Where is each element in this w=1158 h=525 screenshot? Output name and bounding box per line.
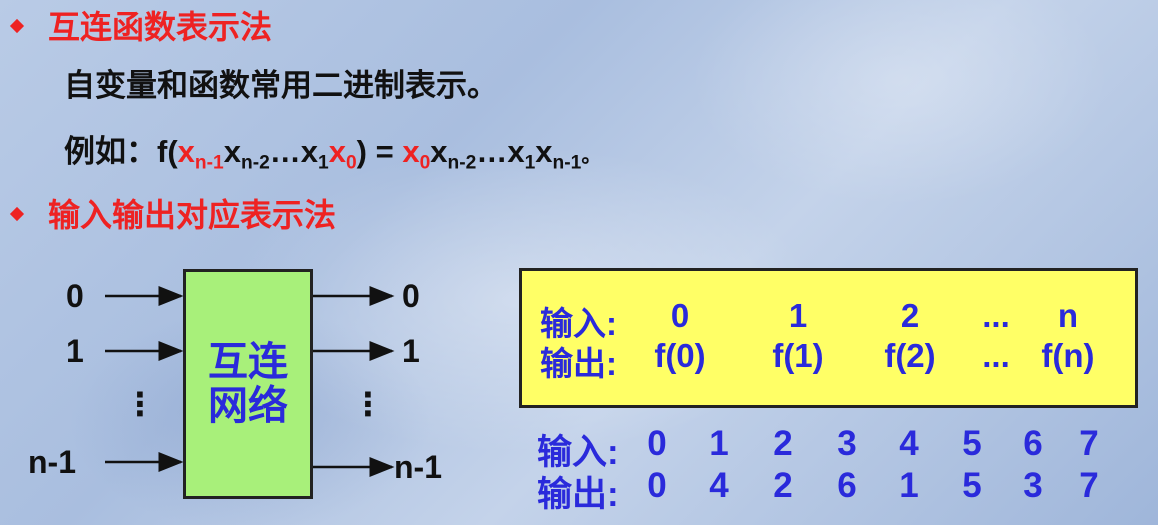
example-output-cell: 7 bbox=[1079, 466, 1099, 505]
example-input-cell: 0 bbox=[647, 424, 667, 463]
general-mapping-box: 输入: 0 1 2 ... n 输出: f(0) f(1) f(2) ... f… bbox=[519, 268, 1138, 408]
general-output-cell: f(0) bbox=[654, 337, 706, 374]
example-output-label: 输出: bbox=[537, 475, 619, 514]
general-output-cell: f(n) bbox=[1041, 337, 1095, 374]
example-input-cell: 2 bbox=[773, 424, 793, 463]
output-label-dots: ⋮ bbox=[352, 386, 384, 422]
example-output-cell: 6 bbox=[837, 466, 857, 505]
example-output-cell: 3 bbox=[1023, 466, 1043, 505]
example-input-cell: 4 bbox=[899, 424, 919, 463]
interconnect-network-box: 互连 网络 bbox=[183, 269, 313, 499]
general-output-label: 输出: bbox=[540, 345, 617, 382]
example-output-row: 输出: 0 4 2 6 1 5 3 7 bbox=[537, 466, 1137, 517]
output-label-0: 0 bbox=[402, 278, 420, 314]
general-input-cell: 0 bbox=[670, 297, 690, 334]
general-output-row: 输出: f(0) f(1) f(2) ... f(n) bbox=[540, 337, 1120, 385]
example-input-cell: 3 bbox=[837, 424, 857, 463]
general-output-cell: f(1) bbox=[772, 337, 824, 374]
input-label-1: 1 bbox=[66, 333, 84, 369]
output-label-n1: n-1 bbox=[394, 449, 442, 485]
input-label-n1: n-1 bbox=[28, 444, 76, 480]
example-output-cell: 1 bbox=[899, 466, 919, 505]
general-input-cell: n bbox=[1057, 297, 1079, 334]
output-label-1: 1 bbox=[402, 333, 420, 369]
input-label-0: 0 bbox=[66, 278, 84, 314]
example-input-cell: 6 bbox=[1023, 424, 1043, 463]
general-input-cell: 1 bbox=[788, 297, 808, 334]
input-label-dots: ⋮ bbox=[124, 386, 156, 422]
network-box-label: 互连 网络 bbox=[208, 340, 288, 428]
example-output-cell: 0 bbox=[647, 466, 667, 505]
example-output-cell: 4 bbox=[709, 466, 729, 505]
example-input-cell: 1 bbox=[709, 424, 729, 463]
example-output-cell: 2 bbox=[773, 466, 793, 505]
example-output-cell: 5 bbox=[962, 466, 982, 505]
example-input-cell: 5 bbox=[962, 424, 982, 463]
example-input-cell: 7 bbox=[1079, 424, 1099, 463]
